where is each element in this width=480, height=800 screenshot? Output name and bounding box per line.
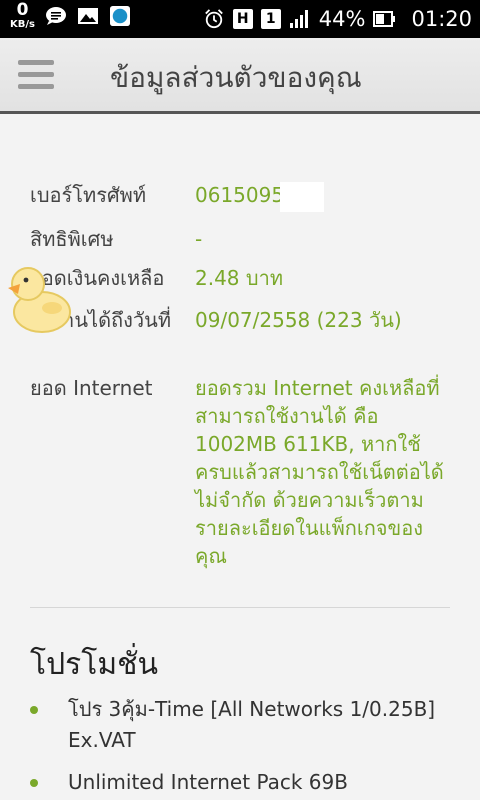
info-row-balance: ยอดเงินคงเหลือ 2.48 บาท [30,264,460,294]
sim-slot-icon: 1 [260,9,281,29]
info-row-internet: ยอด Internet ยอดรวม Internet คงเหลือที่ส… [30,374,460,574]
profile-content: เบอร์โทรศัพท์ 0615095 สิทธิพิเศษ - ยอดเง… [0,117,480,800]
info-value-phone: 0615095 [195,181,450,212]
net-speed: 0 KB/s [10,2,35,30]
promotion-text: Unlimited Internet Pack 69B [68,770,348,794]
status-right: H 1 44% 01:20 [203,0,472,38]
clock: 01:20 [411,7,472,31]
list-item: Unlimited Internet Pack 69B [30,767,450,799]
info-row-privilege: สิทธิพิเศษ - [30,225,460,255]
info-value: ยอดรวม Internet คงเหลือที่สามารถใช้งานได… [195,376,444,568]
network-type-icon: H [232,9,253,29]
image-icon [77,8,98,24]
promotions-title: โปรโมชั่น [30,647,159,682]
battery-percent: 44% [318,7,366,31]
info-label: ยอด Internet [30,376,153,400]
status-bar: 0 KB/s H 1 44% 01:20 [0,0,480,38]
info-value: 09/07/2558 (223 วัน) [195,308,402,332]
bullet-icon [30,779,38,787]
message-icon [45,7,66,25]
battery-icon [373,11,396,27]
info-label: เบอร์โทรศัพท์ [30,183,147,207]
page-title: ข้อมูลส่วนตัวของคุณ [110,61,362,94]
net-speed-value: 0 [16,0,29,20]
info-label: สิทธิพิเศษ [30,227,114,251]
alarm-icon [204,9,223,29]
phone-number: 0615095 [195,183,285,207]
net-speed-unit: KB/s [10,19,35,30]
info-row-phone: เบอร์โทรศัพท์ 0615095 [30,181,460,212]
bullet-icon [30,706,38,714]
signal-icon [289,10,308,28]
app-header: ข้อมูลส่วนตัวของคุณ [0,38,480,114]
promotion-text: โปร 3คุ้ม-Time [All Networks 1/0.25B] Ex… [68,697,436,752]
app-notification-icon [109,6,130,26]
redaction-box [280,181,325,212]
info-row-valid-until: ใช้งานได้ถึงวันที่ 09/07/2558 (223 วัน) [30,306,460,366]
status-left: 0 KB/s [10,2,131,30]
list-item: โปร 3คุ้ม-Time [All Networks 1/0.25B] Ex… [30,694,450,758]
info-value: - [195,227,203,251]
duck-sticker-icon[interactable] [4,262,74,338]
hamburger-menu-icon[interactable] [18,60,54,92]
info-value: 2.48 บาท [195,266,283,290]
divider [30,607,450,608]
